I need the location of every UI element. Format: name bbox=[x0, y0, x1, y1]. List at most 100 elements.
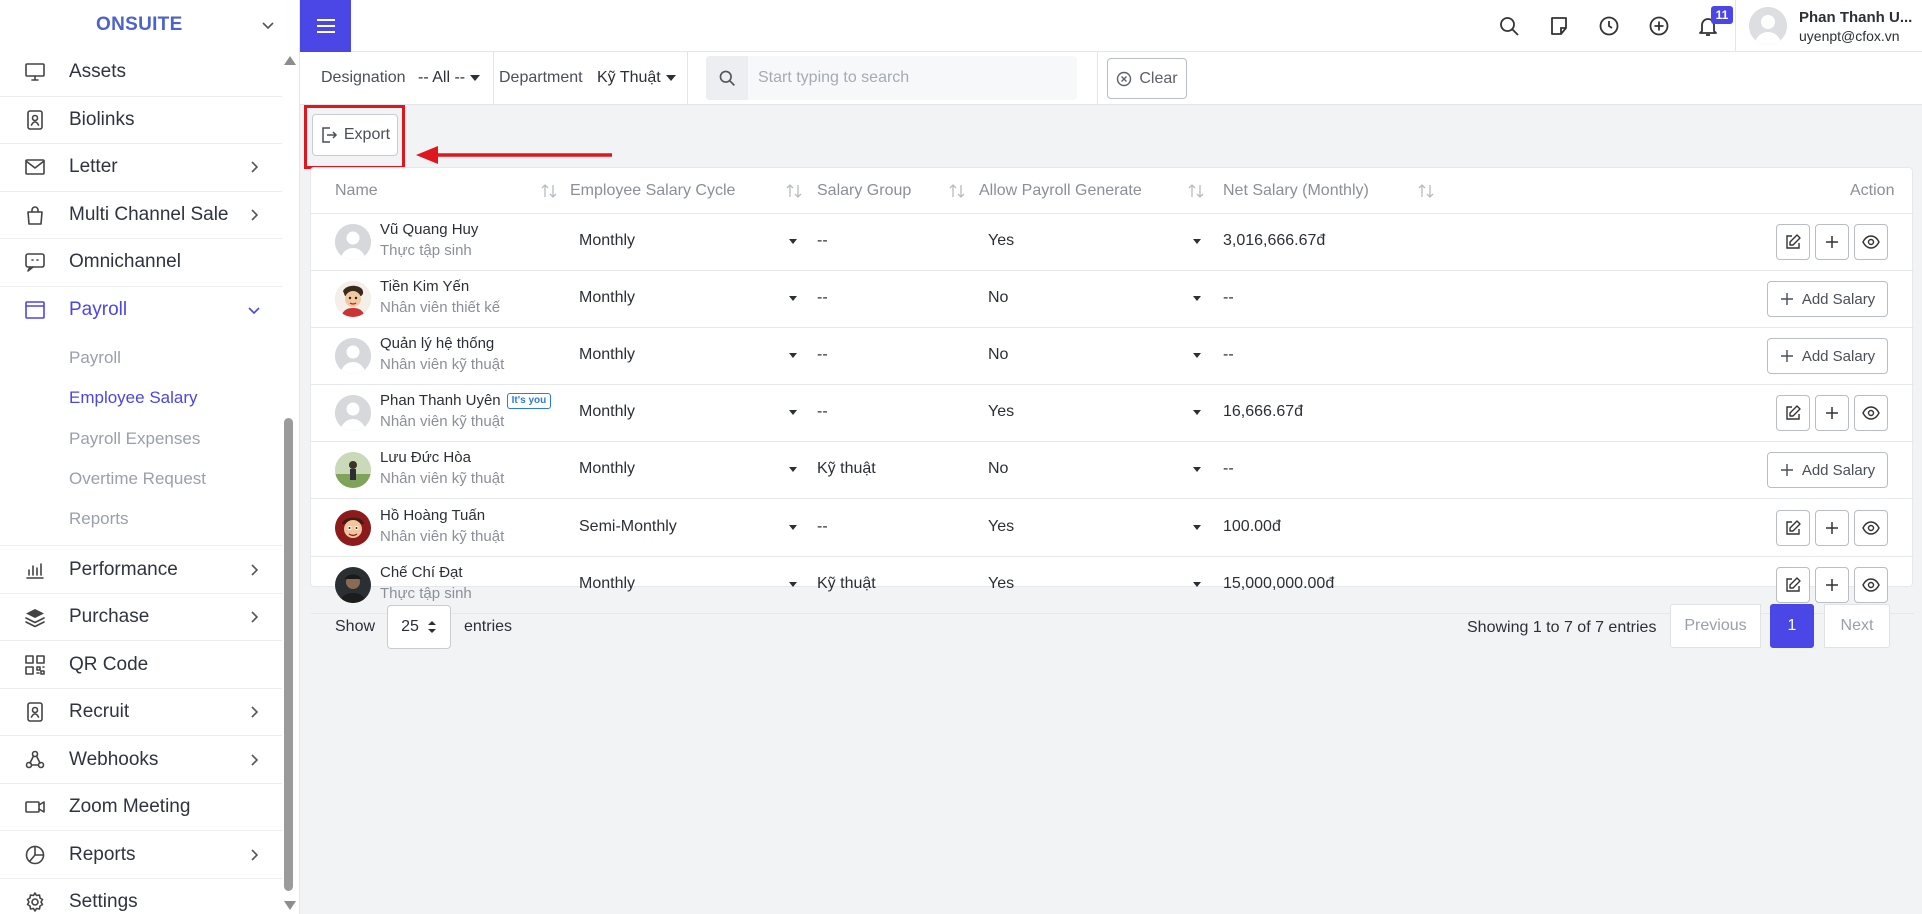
employee-name[interactable]: Vũ Quang Huy bbox=[380, 221, 478, 238]
salary-cycle-select[interactable]: Monthly bbox=[579, 232, 635, 250]
salary-cycle-select[interactable]: Monthly bbox=[579, 460, 635, 478]
employee-name[interactable]: Hồ Hoàng Tuấn bbox=[380, 507, 485, 524]
chevron-right-icon[interactable] bbox=[246, 562, 262, 578]
salary-cycle-select[interactable]: Monthly bbox=[579, 403, 635, 421]
sidebar-item-reports[interactable]: Reports bbox=[0, 831, 282, 879]
export-button[interactable]: Export bbox=[312, 114, 398, 156]
caret-down-icon[interactable] bbox=[1193, 581, 1201, 587]
sort-icon[interactable] bbox=[540, 183, 558, 199]
scroll-up-arrow-icon[interactable] bbox=[284, 56, 296, 65]
user-avatar[interactable] bbox=[1749, 7, 1787, 45]
column-header-salary-group[interactable]: Salary Group bbox=[817, 182, 911, 200]
employee-name-text[interactable]: Quản lý hệ thống bbox=[380, 335, 494, 352]
employee-name-text[interactable]: Phan Thanh Uyên bbox=[380, 392, 501, 409]
chevron-right-icon[interactable] bbox=[246, 847, 262, 863]
clock-icon[interactable] bbox=[1598, 15, 1620, 37]
add-salary-button[interactable]: Add Salary bbox=[1767, 281, 1888, 318]
column-header-name[interactable]: Name bbox=[335, 182, 378, 200]
sidebar-item-performance[interactable]: Performance bbox=[0, 546, 282, 594]
caret-down-icon[interactable] bbox=[1193, 296, 1201, 302]
employee-name[interactable]: Quản lý hệ thống bbox=[380, 335, 494, 352]
caret-down-icon[interactable] bbox=[1193, 239, 1201, 244]
employee-name-text[interactable]: Hồ Hoàng Tuấn bbox=[380, 507, 485, 524]
add-salary-button[interactable]: Add Salary bbox=[1767, 338, 1888, 375]
add-button[interactable] bbox=[1815, 509, 1849, 546]
column-header-cycle[interactable]: Employee Salary Cycle bbox=[570, 182, 735, 200]
column-header-allow-payroll[interactable]: Allow Payroll Generate bbox=[979, 182, 1142, 200]
caret-down-icon[interactable] bbox=[1193, 410, 1201, 416]
edit-salary-button[interactable] bbox=[1776, 395, 1810, 432]
chevron-right-icon[interactable] bbox=[246, 609, 262, 625]
edit-salary-button[interactable] bbox=[1776, 566, 1810, 603]
chevron-right-icon[interactable] bbox=[246, 704, 262, 720]
submenu-item-payroll[interactable]: Payroll bbox=[0, 338, 282, 378]
column-header-net-salary[interactable]: Net Salary (Monthly) bbox=[1223, 182, 1369, 200]
brand-logo[interactable]: ONSUITE bbox=[96, 14, 183, 36]
salary-cycle-select[interactable]: Semi-Monthly bbox=[579, 518, 677, 536]
menu-toggle-button[interactable] bbox=[300, 0, 351, 52]
submenu-item-employee-salary[interactable]: Employee Salary bbox=[0, 378, 282, 418]
caret-down-icon[interactable] bbox=[789, 296, 797, 302]
sidebar-item-multi-channel-sale[interactable]: Multi Channel Sale bbox=[0, 192, 282, 239]
user-name[interactable]: Phan Thanh U... bbox=[1799, 9, 1912, 26]
caret-down-icon[interactable] bbox=[789, 353, 797, 359]
caret-down-icon[interactable] bbox=[789, 239, 797, 244]
view-button[interactable] bbox=[1854, 509, 1888, 546]
sidebar-scrollbar[interactable] bbox=[282, 52, 296, 914]
search-icon[interactable] bbox=[1498, 15, 1520, 37]
sort-icon[interactable] bbox=[1417, 183, 1435, 199]
caret-down-icon[interactable] bbox=[789, 467, 797, 473]
sort-icon[interactable] bbox=[785, 183, 803, 199]
sidebar-item-biolinks[interactable]: Biolinks bbox=[0, 97, 282, 144]
add-salary-button[interactable]: Add Salary bbox=[1767, 452, 1888, 489]
edit-salary-button[interactable] bbox=[1776, 509, 1810, 546]
add-circle-icon[interactable] bbox=[1648, 15, 1670, 37]
submenu-item-reports[interactable]: Reports bbox=[0, 499, 282, 539]
add-button[interactable] bbox=[1815, 224, 1849, 260]
sidebar-item-letter[interactable]: Letter bbox=[0, 144, 282, 192]
caret-down-icon[interactable] bbox=[789, 410, 797, 416]
allow-payroll-select[interactable]: No bbox=[988, 346, 1008, 364]
caret-down-icon[interactable] bbox=[1193, 353, 1201, 359]
caret-down-icon[interactable] bbox=[789, 524, 797, 530]
employee-name-text[interactable]: Tiền Kim Yến bbox=[380, 278, 469, 295]
search-input[interactable] bbox=[748, 56, 1077, 100]
salary-cycle-select[interactable]: Monthly bbox=[579, 575, 635, 593]
view-button[interactable] bbox=[1854, 395, 1888, 432]
sidebar-item-payroll[interactable]: Payroll bbox=[0, 287, 282, 335]
chevron-down-icon[interactable] bbox=[246, 302, 262, 318]
employee-name-text[interactable]: Vũ Quang Huy bbox=[380, 221, 478, 238]
view-button[interactable] bbox=[1854, 224, 1888, 260]
caret-down-icon[interactable] bbox=[1193, 524, 1201, 530]
chevron-right-icon[interactable] bbox=[246, 752, 262, 768]
previous-page-button[interactable]: Previous bbox=[1670, 604, 1761, 648]
allow-payroll-select[interactable]: Yes bbox=[988, 403, 1014, 421]
allow-payroll-select[interactable]: No bbox=[988, 289, 1008, 307]
scroll-down-arrow-icon[interactable] bbox=[284, 901, 296, 910]
allow-payroll-select[interactable]: Yes bbox=[988, 575, 1014, 593]
chevron-right-icon[interactable] bbox=[246, 207, 262, 223]
next-page-button[interactable]: Next bbox=[1824, 604, 1890, 648]
sidebar-item-webhooks[interactable]: Webhooks bbox=[0, 736, 282, 784]
allow-payroll-select[interactable]: Yes bbox=[988, 518, 1014, 536]
page-1-button[interactable]: 1 bbox=[1770, 604, 1814, 648]
department-select[interactable]: Kỹ Thuật bbox=[597, 69, 676, 87]
entries-per-page-select[interactable]: 25 bbox=[387, 605, 451, 649]
allow-payroll-select[interactable]: No bbox=[988, 460, 1008, 478]
sidebar-item-zoom-meeting[interactable]: Zoom Meeting bbox=[0, 784, 282, 832]
sidebar-item-settings[interactable]: Settings bbox=[0, 879, 282, 914]
employee-name[interactable]: Lưu Đức Hòa bbox=[380, 449, 471, 466]
caret-down-icon[interactable] bbox=[1193, 467, 1201, 473]
view-button[interactable] bbox=[1854, 566, 1888, 603]
sort-icon[interactable] bbox=[1187, 183, 1205, 199]
employee-name[interactable]: Tiền Kim Yến bbox=[380, 278, 469, 295]
submenu-item-payroll-expenses[interactable]: Payroll Expenses bbox=[0, 419, 282, 459]
allow-payroll-select[interactable]: Yes bbox=[988, 232, 1014, 250]
designation-select[interactable]: -- All -- bbox=[418, 69, 481, 87]
employee-name-text[interactable]: Chế Chí Đạt bbox=[380, 564, 463, 581]
sticky-note-icon[interactable] bbox=[1548, 15, 1570, 37]
sidebar-item-purchase[interactable]: Purchase bbox=[0, 594, 282, 642]
salary-cycle-select[interactable]: Monthly bbox=[579, 346, 635, 364]
sort-icon[interactable] bbox=[948, 183, 966, 199]
submenu-item-overtime-request[interactable]: Overtime Request bbox=[0, 459, 282, 499]
